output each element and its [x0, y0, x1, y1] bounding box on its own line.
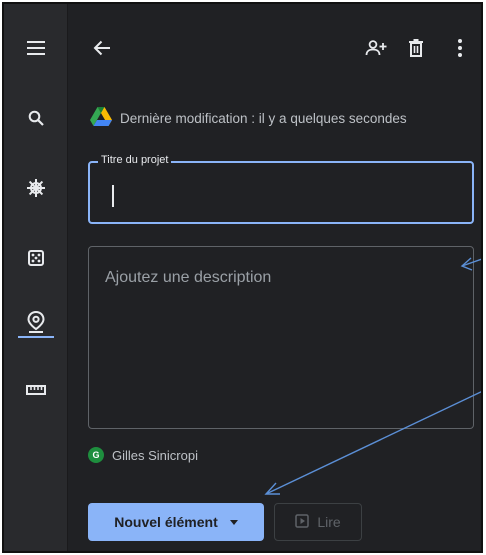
author-name: Gilles Sinicropi: [112, 447, 198, 463]
avatar: G: [88, 447, 104, 463]
left-rail: [4, 4, 68, 551]
project-panel: Dernière modification : il y a quelques …: [68, 4, 481, 551]
author: G Gilles Sinicropi: [88, 447, 198, 463]
active-indicator: [18, 336, 54, 338]
play-icon: [295, 513, 310, 531]
new-item-button[interactable]: Nouvel élément: [88, 503, 264, 541]
description-placeholder: Ajoutez une description: [105, 269, 272, 286]
text-caret: [112, 185, 114, 207]
title-field-label: Titre du projet: [98, 154, 172, 166]
new-item-label: Nouvel élément: [114, 514, 218, 530]
app-window: Dernière modification : il y a quelques …: [2, 2, 483, 553]
more-vert-icon[interactable]: [446, 34, 474, 62]
place-pin-icon[interactable]: [18, 304, 54, 340]
title-field[interactable]: Titre du projet: [88, 154, 474, 224]
caret-down-icon: [229, 519, 238, 525]
arrow-left-icon[interactable]: [88, 34, 116, 62]
title-input[interactable]: [118, 177, 458, 207]
dice-icon[interactable]: [18, 240, 54, 276]
person-add-icon[interactable]: [362, 34, 390, 62]
last-modified-text: Dernière modification : il y a quelques …: [120, 110, 407, 126]
menu-icon[interactable]: [18, 30, 54, 66]
google-drive-icon: [90, 107, 112, 129]
trash-icon[interactable]: [402, 34, 430, 62]
ship-wheel-icon[interactable]: [18, 170, 54, 206]
play-label: Lire: [317, 514, 341, 530]
ruler-icon[interactable]: [18, 372, 54, 408]
last-modified: Dernière modification : il y a quelques …: [90, 107, 407, 129]
play-button[interactable]: Lire: [274, 503, 362, 541]
description-field[interactable]: Ajoutez une description: [88, 246, 474, 429]
search-icon[interactable]: [18, 100, 54, 136]
